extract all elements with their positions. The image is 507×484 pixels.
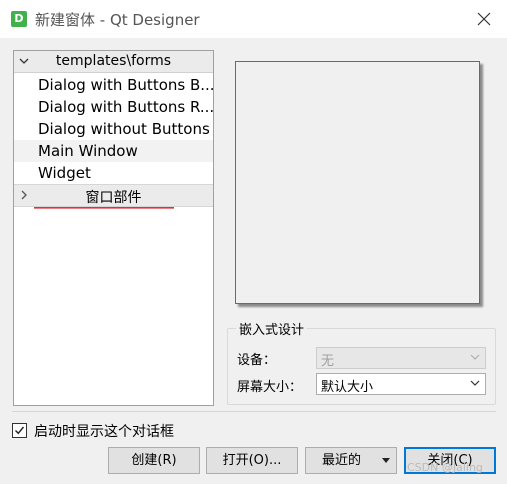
widgets-group-label: 窗口部件 [85,190,142,206]
device-combo-value: 无 [321,354,335,369]
tree-item-main-window[interactable]: Main Window [14,140,213,162]
create-button[interactable]: 创建(R) [108,447,200,474]
tree-item-label: Dialog without Buttons [38,120,210,138]
window-title: 新建窗体 - Qt Designer [35,11,200,29]
device-label: 设备： [237,353,277,368]
divider [12,411,496,412]
show-on-startup-checkbox[interactable] [12,423,27,438]
embedded-design-title: 嵌入式设计 [236,319,308,338]
dropdown-arrow-icon [382,458,390,463]
screen-size-combo-value: 默认大小 [321,380,374,395]
close-icon [477,12,491,26]
qt-designer-app-icon: D [11,11,27,27]
title-bar: D 新建窗体 - Qt Designer [0,0,507,38]
tree-item-label: Main Window [38,142,138,160]
templates-forms-label: templates\forms [55,53,172,69]
new-form-dialog: D 新建窗体 - Qt Designer templates\forms Dia… [0,0,507,484]
recent-button-label: 最近的 [322,453,362,468]
recent-button[interactable]: 最近的 [305,447,397,474]
show-on-startup-label[interactable]: 启动时显示这个对话框 [34,421,174,441]
window-close-button[interactable] [461,0,507,38]
device-combo: 无 [316,347,486,369]
templates-forms-header[interactable]: templates\forms [14,51,213,73]
tree-item-dialog-without-buttons[interactable]: Dialog without Buttons [14,118,213,140]
tree-item-widget[interactable]: Widget [14,162,213,184]
watermark: CSDN @Jaling [407,461,483,474]
tree-item-dialog-buttons-bottom[interactable]: Dialog with Buttons B... [14,74,213,96]
screen-size-combo[interactable]: 默认大小 [316,373,486,395]
screen-size-label: 屏幕大小： [237,380,303,395]
templates-tree[interactable]: templates\forms Dialog with Buttons B...… [13,50,214,406]
widgets-group-header[interactable]: 窗口部件 [14,184,213,207]
checkmark-icon [15,426,25,435]
chevron-down-icon [470,354,480,360]
chevron-down-icon [470,380,480,386]
tree-item-label: Dialog with Buttons R... [38,98,213,116]
tree-item-label: Widget [38,164,91,182]
tree-item-dialog-buttons-right[interactable]: Dialog with Buttons R... [14,96,213,118]
open-button[interactable]: 打开(O)... [206,447,298,474]
tree-item-label: Dialog with Buttons B... [38,76,213,94]
form-preview [235,61,480,304]
